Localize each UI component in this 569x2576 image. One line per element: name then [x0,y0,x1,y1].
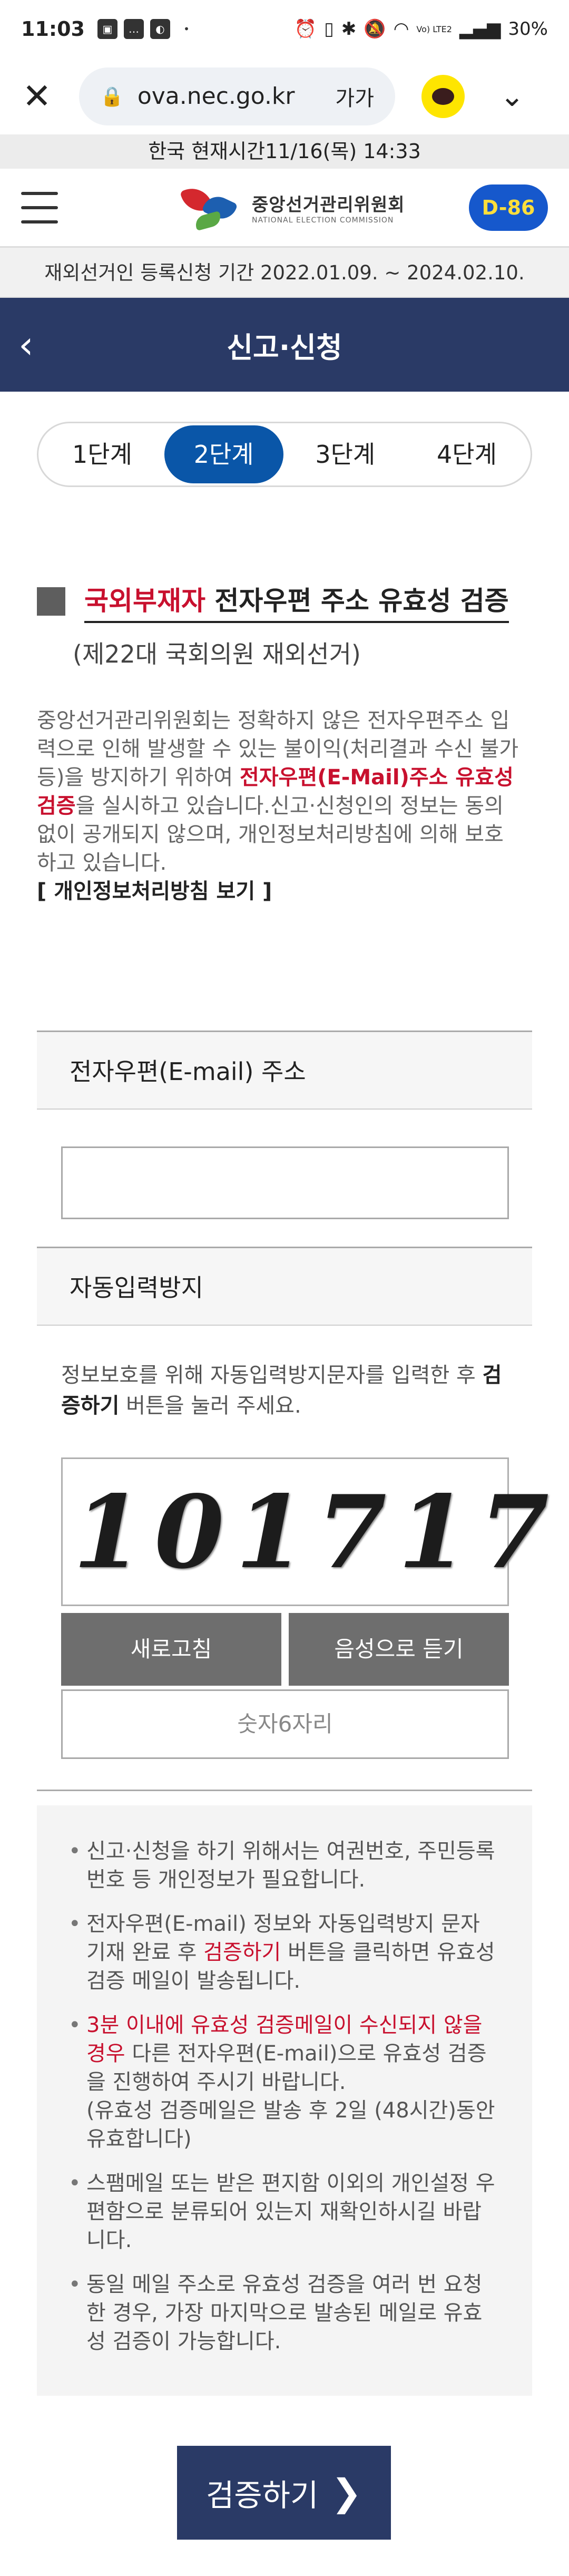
heading-red-text: 국외부재자 [84,586,205,616]
captcha-image: 101717 [61,1457,549,1606]
dday-badge: D-86 [469,184,548,231]
chevron-right-icon: ❯ [331,2471,362,2514]
menu-icon[interactable] [21,191,58,223]
heading-square-icon [37,587,65,616]
app-notification-icon: ◐ [150,19,170,39]
step-4: 4단계 [437,440,497,469]
page-title-bar: ‹ 신고·신청 [0,298,569,392]
wifi-icon: ◠ [393,18,409,40]
captcha-help-2: 버튼을 눌러 주세요. [119,1394,301,1418]
mute-icon: 🔕 [364,18,386,40]
gallery-notification-icon: ▣ [97,19,117,39]
talk-notification-icon: … [123,19,144,39]
kakao-talk-icon[interactable] [421,74,465,118]
step-2-active: 2단계 [164,425,283,483]
notice-box: 신고·신청을 하기 위해서는 여권번호, 주민등록번호 등 개인정보가 필요합니… [37,1805,532,2396]
vibrate-icon: ▯ [324,18,334,40]
verify-button-label: 검증하기 [205,2477,319,2513]
notice-item: 신고·신청을 하기 위해서는 여권번호, 주민등록번호 등 개인정보가 필요합니… [68,1837,501,1894]
email-field-label: 전자우편(E-mail) 주소 [37,1031,532,1110]
step-1: 1단계 [72,440,132,469]
divider [37,1790,532,1791]
captcha-digits: 101717 [73,1473,561,1591]
chevron-down-icon[interactable]: ⌄ [496,80,528,112]
captcha-help-text: 정보보호를 위해 자동입력방지문자를 입력한 후 검증하기 버튼을 눌러 주세요… [61,1360,514,1421]
korea-time-banner: 한국 현재시간11/16(목) 14:33 [0,134,569,169]
nec-logo[interactable]: 중앙선거관리위원회 NATIONAL ELECTION COMMISSION [179,181,405,234]
signal-icon: ▂▄▆ [459,18,501,40]
back-arrow-icon[interactable]: ‹ [18,324,55,366]
bluetooth-icon: ✱ [341,18,357,40]
captcha-refresh-button[interactable]: 새로고침 [61,1613,281,1686]
status-time: 11:03 [21,17,85,41]
status-bar: 11:03 ▣ … ◐ • ⏰ ▯ ✱ 🔕 ◠ Vo) LTE2 ▂▄▆ 30% [0,0,569,58]
section-subtitle: (제22대 국회의원 재외선거) [73,640,361,668]
verify-button[interactable]: 검증하기 ❯ [177,2446,391,2540]
captcha-help-1: 정보보호를 위해 자동입력방지문자를 입력한 후 [61,1363,483,1387]
nec-logo-mark [179,181,242,234]
notification-icons: ▣ … ◐ • [97,19,197,39]
step-3: 3단계 [315,440,376,469]
close-icon[interactable]: ✕ [16,75,58,118]
email-input[interactable] [61,1146,509,1219]
intro-paragraph: 중앙선거관리위원회는 정확하지 않은 전자우편주소 입력으로 인해 발생할 수 … [37,706,522,906]
captcha-audio-button[interactable]: 음성으로 듣기 [289,1613,509,1686]
section-heading: 국외부재자 전자우편 주소 유효성 검증 [37,580,509,623]
step-indicator: 1단계 2단계 3단계 4단계 [37,422,532,487]
url-text: ova.nec.go.kr [137,83,295,110]
site-header: 중앙선거관리위원회 NATIONAL ELECTION COMMISSION D… [0,169,569,248]
captcha-input[interactable]: 숫자6자리 [61,1689,509,1759]
dot-icon: • [183,23,190,35]
battery-text: 30% [508,18,548,40]
alarm-icon: ⏰ [294,18,317,40]
text-size-button[interactable]: 가가 [335,81,374,112]
address-bar[interactable]: 🔒 ova.nec.go.kr 가가 [79,67,395,125]
lock-icon: 🔒 [100,85,124,108]
registration-period-banner: 재외선거인 등록신청 기간 2022.01.09. ~ 2024.02.10. [0,248,569,298]
system-icons: ⏰ ▯ ✱ 🔕 ◠ Vo) LTE2 ▂▄▆ 30% [295,18,548,40]
network-label: Vo) LTE2 [416,24,452,34]
privacy-policy-link[interactable]: [ 개인정보처리방침 보기 ] [37,877,522,906]
heading-text: 전자우편 주소 유효성 검증 [205,586,509,616]
notice-item: 동일 메일 주소로 유효성 검증을 여러 번 요청한 경우, 가장 마지막으로 … [68,2270,501,2356]
browser-toolbar: ✕ 🔒 ova.nec.go.kr 가가 ⌄ [0,58,569,134]
logo-english-text: NATIONAL ELECTION COMMISSION [252,216,394,225]
intro-text-2: 을 실시하고 있습니다.신고·신청인의 정보는 동의 없이 공개되지 않으며, … [37,794,504,875]
notice-item: 전자우편(E-mail) 정보와 자동입력방지 문자 기재 완료 후 검증하기 … [68,1910,501,1995]
notice-item: 스팸메일 또는 받은 편지함 이외의 개인설정 우편함으로 분류되어 있는지 재… [68,2169,501,2254]
notice-item: 3분 이내에 유효성 검증메일이 수신되지 않을 경우 다른 전자우편(E-ma… [68,2011,501,2153]
page-title: 신고·신청 [227,330,342,364]
logo-korean-text: 중앙선거관리위원회 [252,195,405,216]
captcha-label: 자동입력방지 [37,1247,532,1326]
